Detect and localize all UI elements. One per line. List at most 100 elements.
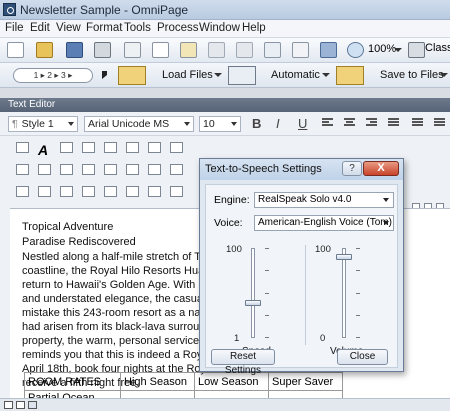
open-folder-icon[interactable] xyxy=(36,42,53,58)
tick-mark xyxy=(265,270,269,271)
speed-slider-track[interactable] xyxy=(251,248,255,338)
bullets-icon[interactable] xyxy=(412,118,423,128)
automatic-icon[interactable] xyxy=(228,66,256,85)
image-tool-icon[interactable] xyxy=(126,142,139,153)
grid-tool-icon[interactable] xyxy=(170,186,183,197)
engine-select[interactable]: RealSpeak Solo v4.0 xyxy=(254,192,394,208)
zoom-icon[interactable] xyxy=(347,42,364,58)
menu-view[interactable]: View xyxy=(56,22,81,34)
cell-tool-icon[interactable] xyxy=(148,142,161,153)
menu-tools[interactable]: Tools xyxy=(124,22,151,34)
shade-tool-icon[interactable] xyxy=(148,186,161,197)
help-button[interactable]: ? xyxy=(342,161,362,176)
close-button[interactable]: Close xyxy=(337,349,388,365)
line-tool-icon[interactable] xyxy=(60,142,73,153)
paste-icon[interactable] xyxy=(180,42,197,58)
status-bar xyxy=(0,398,450,411)
border-tool-icon[interactable] xyxy=(16,186,29,197)
classic-view-label[interactable]: Classi xyxy=(425,42,450,54)
font-select[interactable]: Arial Unicode MS xyxy=(84,116,194,132)
align-left-icon[interactable] xyxy=(322,118,333,128)
new-document-icon[interactable] xyxy=(7,42,24,58)
undo-icon[interactable] xyxy=(208,42,225,58)
reset-settings-button[interactable]: Reset Settings xyxy=(211,349,275,376)
menu-edit[interactable]: Edit xyxy=(30,22,50,34)
merge-tool-icon[interactable] xyxy=(104,186,117,197)
column-tool-icon[interactable] xyxy=(60,186,73,197)
tick-mark xyxy=(356,248,360,249)
save-to-files-button[interactable]: Save to Files xyxy=(380,69,444,81)
load-files-dropdown-icon[interactable] xyxy=(214,73,222,77)
font-size-select[interactable]: 10 xyxy=(199,116,241,132)
dialog-close-button[interactable]: X xyxy=(363,161,399,176)
dialog-body: Engine: RealSpeak Solo v4.0 Voice: Ameri… xyxy=(205,184,398,368)
automatic-mode-button[interactable]: Automatic xyxy=(271,69,320,81)
align-left-tool-icon[interactable] xyxy=(60,164,73,175)
italic-button[interactable]: I xyxy=(276,116,280,131)
text-view-icon[interactable] xyxy=(16,401,25,409)
text-tool-icon[interactable]: A xyxy=(38,142,51,158)
volume-min-label: 0 xyxy=(320,333,326,344)
row-tool-icon[interactable] xyxy=(82,186,95,197)
group-tool-icon[interactable] xyxy=(16,164,29,175)
menu-file[interactable]: File xyxy=(5,22,24,34)
spacing-tool-icon[interactable] xyxy=(148,164,161,175)
save-icon[interactable] xyxy=(66,42,83,58)
rule-tool-icon[interactable] xyxy=(38,186,51,197)
classic-view-icon[interactable] xyxy=(408,42,425,58)
save-to-files-dropdown-icon[interactable] xyxy=(440,73,448,77)
redo-icon[interactable] xyxy=(236,42,253,58)
cut-icon[interactable] xyxy=(124,42,141,58)
align-right-tool-icon[interactable] xyxy=(104,164,117,175)
speed-max-label: 100 xyxy=(226,244,242,255)
table-row: ROOM RATES High Season Low Season Super … xyxy=(24,372,343,391)
properties-icon[interactable] xyxy=(292,42,309,58)
load-files-button[interactable]: Load Files xyxy=(162,69,213,81)
volume-slider-thumb[interactable] xyxy=(336,254,352,260)
ungroup-tool-icon[interactable] xyxy=(38,164,51,175)
automatic-dropdown-icon[interactable] xyxy=(322,73,330,77)
bold-button[interactable]: B xyxy=(252,116,261,131)
distribute-tool-icon[interactable] xyxy=(126,164,139,175)
frame-tool-icon[interactable] xyxy=(82,142,95,153)
numbering-icon[interactable] xyxy=(434,118,445,128)
tick-mark xyxy=(265,315,269,316)
menu-help[interactable]: Help xyxy=(242,22,266,34)
tick-mark xyxy=(356,337,360,338)
menu-process[interactable]: Process xyxy=(157,22,199,34)
checkbox-tool-icon[interactable] xyxy=(170,142,183,153)
table-cell: ROOM RATES xyxy=(24,372,121,391)
left-ruler xyxy=(0,208,10,398)
select-tool-icon[interactable] xyxy=(16,142,29,153)
justify-icon[interactable] xyxy=(388,118,399,128)
tick-mark xyxy=(356,270,360,271)
flow-view-icon[interactable] xyxy=(28,401,37,409)
table-cell: Super Saver xyxy=(268,372,343,391)
play-icon[interactable] xyxy=(102,71,107,79)
copy-icon[interactable] xyxy=(152,42,169,58)
load-files-icon[interactable] xyxy=(118,66,146,85)
zoom-dropdown-icon[interactable] xyxy=(394,48,402,52)
align-center-icon[interactable] xyxy=(344,118,355,128)
voice-select[interactable]: American-English Voice (Tom) xyxy=(254,215,394,231)
menu-bar: File Edit View Format Tools Process Wind… xyxy=(0,20,450,38)
align-right-icon[interactable] xyxy=(366,118,377,128)
workflow-steps[interactable]: 1 ▸ 2 ▸ 3 ▸ xyxy=(13,68,93,83)
menu-format[interactable]: Format xyxy=(86,22,122,34)
title-bar: Newsletter Sample - OmniPage xyxy=(0,0,450,20)
paragraph-style-select[interactable]: ¶ Style 1 xyxy=(8,116,78,132)
volume-slider-track[interactable] xyxy=(342,248,346,338)
underline-button[interactable]: U xyxy=(298,116,307,131)
zoom-level[interactable]: 100% xyxy=(368,43,396,55)
menu-window[interactable]: Window xyxy=(199,22,240,34)
table-tool-icon[interactable] xyxy=(104,142,117,153)
print-icon[interactable] xyxy=(94,42,111,58)
export-icon[interactable] xyxy=(320,42,337,58)
size-tool-icon[interactable] xyxy=(170,164,183,175)
split-tool-icon[interactable] xyxy=(126,186,139,197)
align-top-tool-icon[interactable] xyxy=(82,164,95,175)
save-to-files-icon[interactable] xyxy=(336,66,364,85)
speed-slider-thumb[interactable] xyxy=(245,299,261,306)
options-icon[interactable] xyxy=(264,42,281,58)
page-view-icon[interactable] xyxy=(4,401,13,409)
